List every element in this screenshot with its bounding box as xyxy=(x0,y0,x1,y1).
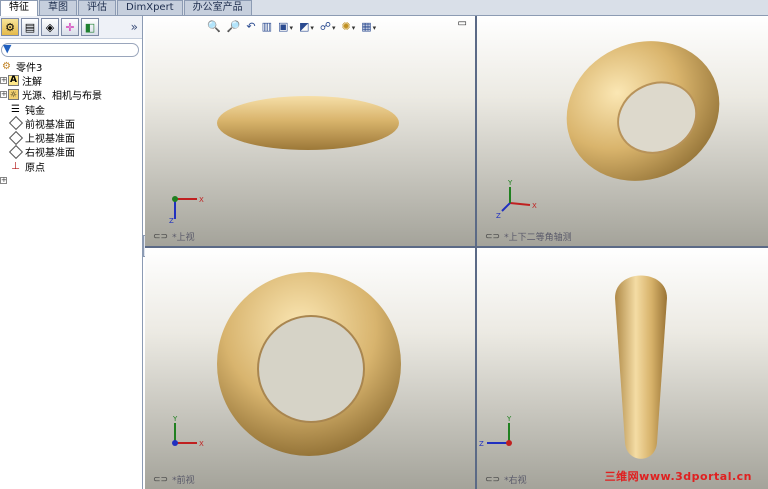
viewport-top[interactable]: 🔍 🔎 ↶ ▥ ▣ ◩ ☍ ✺ ▦ X Z ▭ ⊂⊃ *上视 xyxy=(145,16,475,246)
plane-icon xyxy=(8,116,24,131)
tab-sketch[interactable]: 草图 xyxy=(39,0,77,15)
svg-text:Z: Z xyxy=(479,440,484,448)
view-name: *前视 xyxy=(172,476,195,486)
plane-icon xyxy=(8,144,24,159)
viewport-label: ⊂⊃ *前视 xyxy=(153,473,195,487)
tab-dimxpert[interactable]: DimXpert xyxy=(117,0,183,15)
viewport-dimetric[interactable]: Y X Z ⊂⊃ *上下二等角轴测 xyxy=(477,16,768,246)
watermark: 三维网www.3dportal.cn xyxy=(604,470,752,483)
torus-shape xyxy=(217,96,399,150)
viewport-splitter-vertical[interactable] xyxy=(475,16,477,489)
feature-name-edit[interactable] xyxy=(8,173,60,188)
tree-item-material[interactable]: ☰ 钝金 xyxy=(0,102,142,117)
svg-text:Z: Z xyxy=(496,212,501,220)
tree-item-origin[interactable]: ⊥ 原点 xyxy=(0,159,142,174)
annotations-icon: A xyxy=(8,74,19,86)
model-dimetric-view: Y X Z xyxy=(496,41,720,220)
material-icon: ☰ xyxy=(11,103,20,115)
expand-icon[interactable]: + xyxy=(0,91,7,99)
viewport-label: ⊂⊃ *上视 xyxy=(153,230,195,244)
torus-shape xyxy=(217,272,401,456)
filter-input[interactable]: ▼ xyxy=(1,41,139,57)
tree-filter: ▼ xyxy=(0,41,142,58)
tab-evaluate[interactable]: 评估 xyxy=(78,0,116,15)
svg-text:X: X xyxy=(532,202,537,210)
svg-text:Y: Y xyxy=(507,179,513,187)
filter-funnel-icon: ▼ xyxy=(3,41,12,55)
svg-text:X: X xyxy=(199,440,204,448)
tree-item-label: 原点 xyxy=(25,162,45,174)
viewport-restore-icon[interactable]: ▭ xyxy=(458,18,467,29)
tab-features[interactable]: 特征 xyxy=(0,0,38,16)
configuration-manager-icon[interactable]: ◈ xyxy=(41,18,59,36)
viewport-splitter-horizontal[interactable] xyxy=(145,246,768,248)
model-front-view: Y X xyxy=(172,272,401,456)
lights-cameras-icon: ☼ xyxy=(8,89,19,101)
coordinate-triad: Y X Z xyxy=(496,179,537,220)
viewport-right[interactable]: Y Z ⊂⊃ *右视 三维网www.3dportal.cn xyxy=(477,248,768,489)
tree-item-label: 光源、相机与布景 xyxy=(22,91,102,103)
link-views-icon[interactable]: ⊂⊃ xyxy=(153,475,168,485)
svg-text:Y: Y xyxy=(506,415,512,423)
tree-item-annotations[interactable]: + A 注解 xyxy=(0,73,142,88)
viewport-label: ⊂⊃ *右视 xyxy=(485,473,527,487)
torus-shape xyxy=(615,275,667,459)
view-name: *右视 xyxy=(504,476,527,486)
dimxpert-manager-icon[interactable]: ✛ xyxy=(61,18,79,36)
property-manager-icon[interactable]: ▤ xyxy=(21,18,39,36)
plane-icon xyxy=(8,130,24,145)
tree-item-top-plane[interactable]: 上视基准面 xyxy=(0,130,142,146)
model-top-view: X Z xyxy=(169,96,399,225)
tree-root[interactable]: ⚙ 零件3 xyxy=(0,59,142,74)
coordinate-triad: Y Z xyxy=(479,415,512,448)
model-right-view: Y Z xyxy=(479,275,667,459)
tree-item-label: 钝金 xyxy=(25,105,45,117)
command-manager-tabs: 特征 草图 评估 DimXpert 办公室产品 xyxy=(0,0,768,16)
panel-toolbar: ⚙ ▤ ◈ ✛ ◧ » xyxy=(0,16,142,39)
coordinate-triad: X Z xyxy=(169,196,204,225)
link-views-icon[interactable]: ⊂⊃ xyxy=(485,232,500,242)
tree-item-label: 前视基准面 xyxy=(25,119,75,131)
tree-item-label: 右视基准面 xyxy=(25,148,75,160)
tab-office-products[interactable]: 办公室产品 xyxy=(183,0,252,15)
expand-icon[interactable]: + xyxy=(0,176,7,184)
tree-item-label: 上视基准面 xyxy=(25,134,75,146)
viewport-front[interactable]: Y X ⊂⊃ *前视 xyxy=(145,248,475,489)
feature-tree: ⚙ 零件3 + A 注解 + ☼ 光源、相机与布景 ☰ 钝金 前视基准面 上视基… xyxy=(0,58,142,188)
tree-item-lights[interactable]: + ☼ 光源、相机与布景 xyxy=(0,88,142,102)
svg-text:X: X xyxy=(199,196,204,204)
link-views-icon[interactable]: ⊂⊃ xyxy=(153,232,168,242)
svg-text:Y: Y xyxy=(172,415,178,423)
tree-item-front-plane[interactable]: 前视基准面 xyxy=(0,116,142,131)
part-icon: ⚙ xyxy=(2,60,11,72)
feature-manager-panel: ⚙ ▤ ◈ ✛ ◧ » ▼ ⚙ 零件3 + A 注解 + ☼ 光源、相机与布景 … xyxy=(0,16,143,489)
display-manager-icon[interactable]: ◧ xyxy=(81,18,99,36)
tree-item-feature[interactable]: + xyxy=(0,173,142,188)
expand-icon[interactable]: + xyxy=(0,76,7,84)
torus-shape xyxy=(566,41,720,181)
view-name: *上下二等角轴测 xyxy=(504,233,572,243)
view-name: *上视 xyxy=(172,233,195,243)
panel-expand-icon[interactable]: » xyxy=(131,20,138,34)
viewport-label: ⊂⊃ *上下二等角轴测 xyxy=(485,230,572,244)
tree-root-label: 零件3 xyxy=(16,62,43,74)
tree-item-right-plane[interactable]: 右视基准面 xyxy=(0,144,142,160)
feature-manager-icon[interactable]: ⚙ xyxy=(1,18,19,36)
origin-icon: ⊥ xyxy=(11,160,20,172)
coordinate-triad: Y X xyxy=(172,415,204,448)
tree-item-label: 注解 xyxy=(22,76,42,88)
svg-text:Z: Z xyxy=(169,217,174,225)
link-views-icon[interactable]: ⊂⊃ xyxy=(485,475,500,485)
